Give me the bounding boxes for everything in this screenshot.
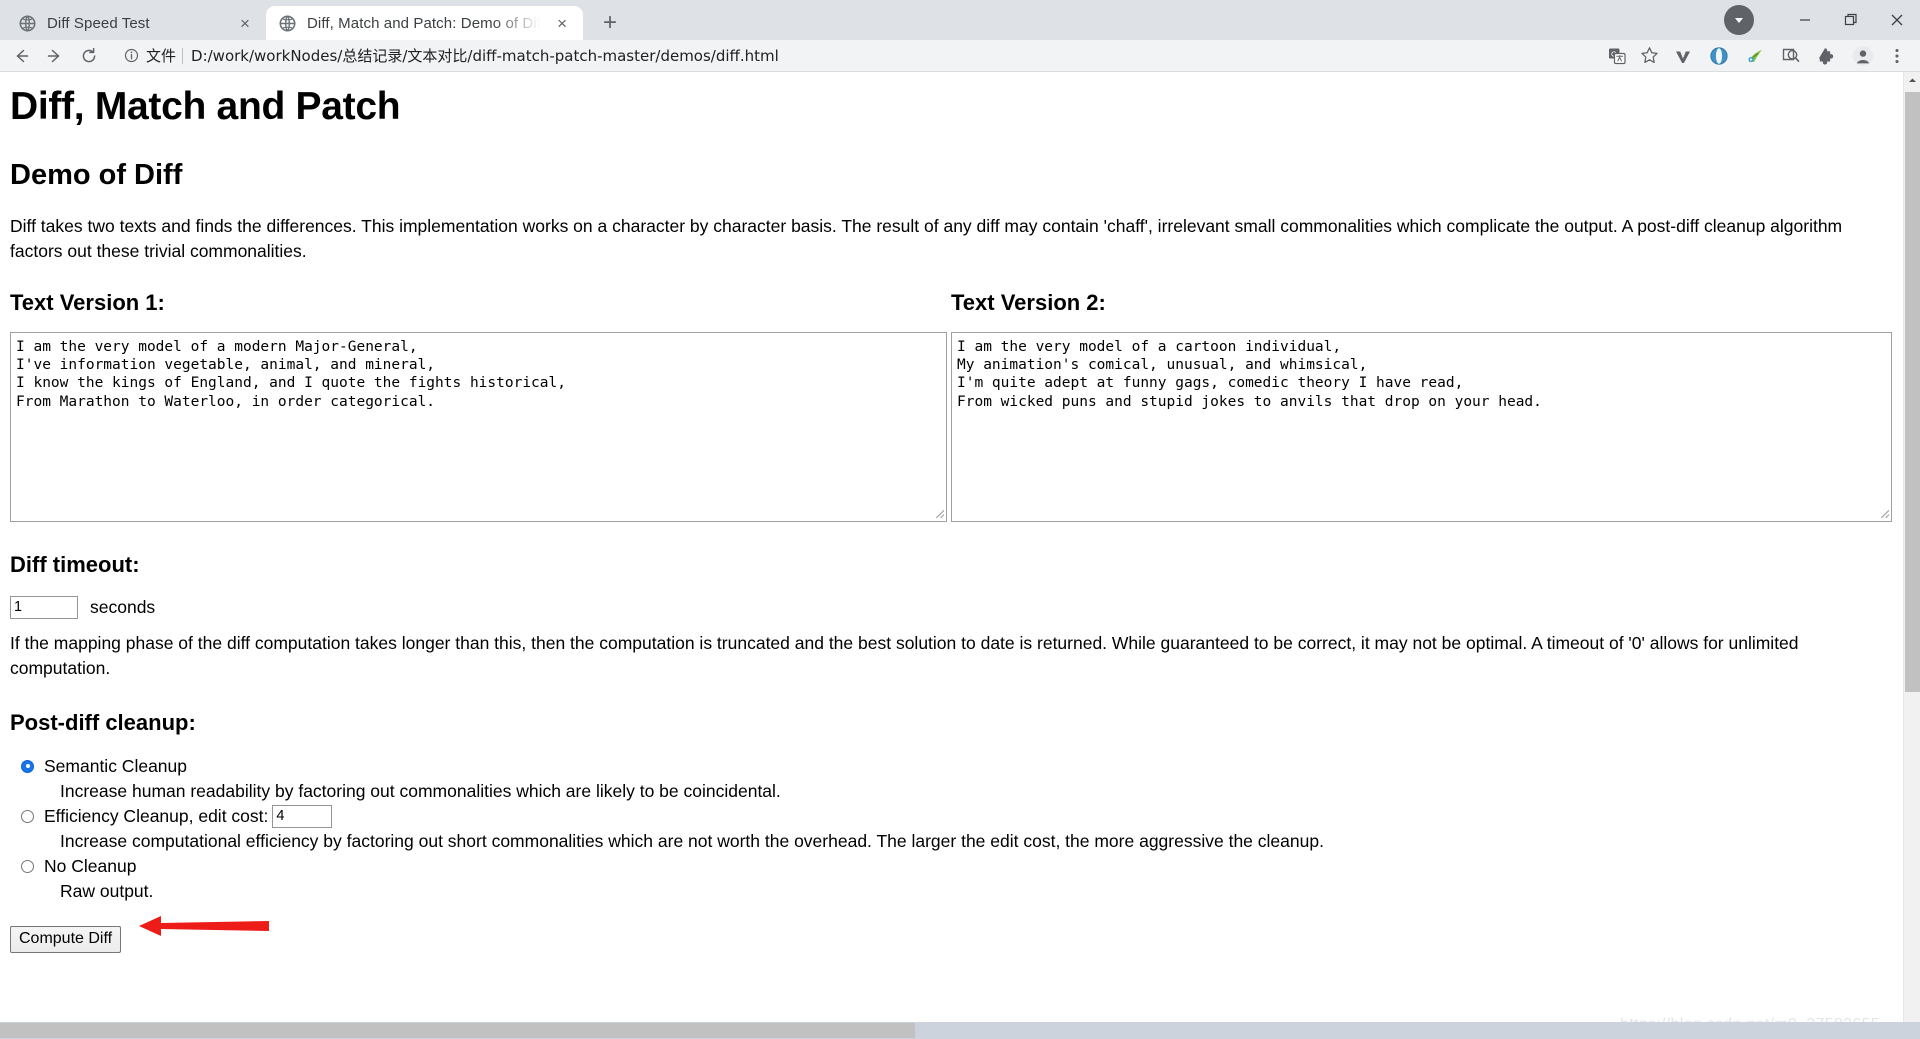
extensions-puzzle-icon[interactable] xyxy=(1810,42,1844,70)
forward-arrow-icon[interactable] xyxy=(38,41,72,71)
onetab-extension-icon[interactable] xyxy=(1702,42,1736,70)
browser-tab-1[interactable]: Diff Speed Test × xyxy=(6,6,266,40)
text-versions-row: Text Version 1: I am the very model of a… xyxy=(10,290,1892,522)
radio-semantic-cleanup[interactable] xyxy=(21,759,34,773)
chrome-menu-icon[interactable] xyxy=(1882,42,1912,70)
tab-title: Diff, Match and Patch: Demo of Diff xyxy=(307,14,546,32)
vertical-scrollbar[interactable] xyxy=(1903,72,1920,1039)
post-diff-cleanup-heading: Post-diff cleanup: xyxy=(10,710,196,736)
text-version-2-column: Text Version 2: I am the very model of a… xyxy=(951,290,1892,522)
page-title: Diff, Match and Patch xyxy=(10,85,401,128)
text-version-1-column: Text Version 1: I am the very model of a… xyxy=(10,290,951,522)
omnibox-divider xyxy=(182,47,184,64)
cleanup-option-label: Efficiency Cleanup, edit cost: xyxy=(44,805,269,826)
maximize-button[interactable] xyxy=(1828,0,1874,40)
annotation-arrow-icon xyxy=(131,913,271,944)
xmind-extension-icon[interactable] xyxy=(1738,42,1772,70)
text-version-1-textarea[interactable]: I am the very model of a modern Major-Ge… xyxy=(10,331,947,522)
diff-timeout-row: seconds xyxy=(10,595,1892,619)
url-scheme-label: 文件 xyxy=(146,47,177,65)
browser-window: Diff Speed Test × Diff, Match and Patch:… xyxy=(0,0,1920,1039)
compute-diff-row: Compute Diff xyxy=(10,904,1892,953)
compute-diff-button[interactable]: Compute Diff xyxy=(10,925,122,953)
globe-icon xyxy=(279,15,296,32)
reload-icon[interactable] xyxy=(72,41,106,71)
radio-efficiency-cleanup[interactable] xyxy=(21,809,34,823)
window-controls xyxy=(1724,0,1920,40)
tab-strip: Diff Speed Test × Diff, Match and Patch:… xyxy=(0,0,1920,40)
profile-avatar-icon[interactable] xyxy=(1846,42,1880,70)
bookmark-star-icon[interactable] xyxy=(1634,42,1664,70)
page-viewport: Diff, Match and Patch Demo of Diff Diff … xyxy=(0,72,1920,1039)
text-version-1-heading: Text Version 1: xyxy=(10,289,165,315)
download-badge-icon[interactable] xyxy=(1724,5,1754,35)
new-tab-button[interactable]: + xyxy=(593,6,627,40)
text-version-2-textarea[interactable]: I am the very model of a cartoon individ… xyxy=(951,331,1892,522)
radio-no-cleanup[interactable] xyxy=(21,859,34,873)
cleanup-option-none-description: Raw output. xyxy=(60,881,154,902)
cleanup-option-label: No Cleanup xyxy=(44,855,137,876)
vertical-scrollbar-thumb[interactable] xyxy=(1905,92,1920,692)
translate-icon[interactable]: G xyxy=(1602,42,1632,70)
info-circle-icon[interactable] xyxy=(122,47,140,65)
text-version-2-heading: Text Version 2: xyxy=(951,289,1106,315)
intro-paragraph: Diff takes two texts and finds the diffe… xyxy=(10,216,1843,261)
globe-icon xyxy=(19,15,36,32)
fireshot-extension-icon[interactable] xyxy=(1774,42,1808,70)
horizontal-scrollbar-thumb[interactable] xyxy=(0,1023,915,1038)
browser-toolbar: 文件 D:/work/workNodes/总结记录/文本对比/diff-matc… xyxy=(0,40,1920,72)
cleanup-options: Semantic Cleanup Increase human readabil… xyxy=(10,754,1892,904)
cleanup-option-semantic-description: Increase human readability by factoring … xyxy=(60,781,781,802)
close-window-button[interactable] xyxy=(1874,0,1920,40)
url-text: D:/work/workNodes/总结记录/文本对比/diff-match-p… xyxy=(191,47,779,65)
page-content: Diff, Match and Patch Demo of Diff Diff … xyxy=(0,72,1902,953)
seconds-label: seconds xyxy=(90,596,156,617)
page-subtitle: Demo of Diff xyxy=(10,159,183,191)
edit-cost-input[interactable] xyxy=(272,804,333,828)
cleanup-option-efficiency[interactable]: Efficiency Cleanup, edit cost: xyxy=(10,804,1892,828)
cleanup-option-label: Semantic Cleanup xyxy=(44,755,187,776)
tab-close-icon[interactable]: × xyxy=(551,12,573,34)
diff-timeout-input[interactable] xyxy=(10,595,78,619)
minimize-button[interactable] xyxy=(1782,0,1828,40)
diff-timeout-description: If the mapping phase of the diff computa… xyxy=(10,632,1799,678)
cleanup-option-efficiency-description: Increase computational efficiency by fac… xyxy=(60,831,1324,852)
scroll-up-arrow-icon[interactable] xyxy=(1904,72,1920,89)
vimium-extension-icon[interactable] xyxy=(1666,42,1700,70)
back-arrow-icon[interactable] xyxy=(4,41,38,71)
diff-timeout-heading: Diff timeout: xyxy=(10,551,140,577)
tab-title: Diff Speed Test xyxy=(47,14,150,32)
tab-close-icon[interactable]: × xyxy=(234,12,256,34)
horizontal-scrollbar-track[interactable] xyxy=(0,1022,1920,1039)
cleanup-option-none[interactable]: No Cleanup xyxy=(10,854,1892,878)
cleanup-option-semantic[interactable]: Semantic Cleanup xyxy=(10,754,1892,778)
address-bar[interactable]: 文件 D:/work/workNodes/总结记录/文本对比/diff-matc… xyxy=(112,42,1594,69)
browser-tab-2[interactable]: Diff, Match and Patch: Demo of Diff × xyxy=(266,6,584,40)
